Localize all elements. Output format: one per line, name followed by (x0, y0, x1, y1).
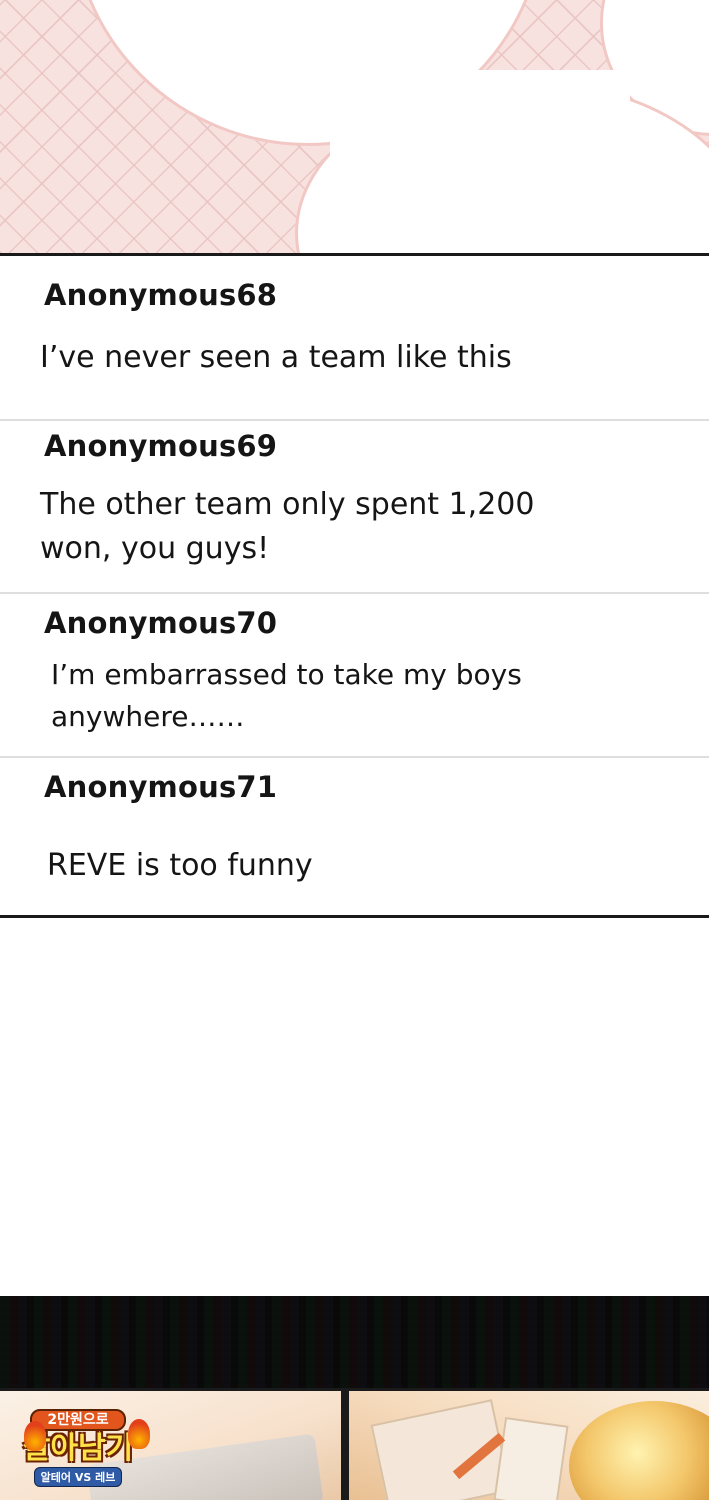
comment-item: Anonymous71 REVE is too funny (0, 756, 709, 918)
comment-username: Anonymous70 (44, 606, 278, 640)
comment-text: The other team only spent 1,200 won, you… (40, 487, 535, 566)
comment-text: I’m embarrassed to take my boys anywhere… (51, 658, 522, 733)
comment-section: Anonymous68 I’ve never seen a team like … (0, 253, 709, 918)
comment-text: I’ve never seen a team like this (40, 340, 512, 375)
comic-panel-left: 2만원으로 살아남기 알테어 VS 레브 (0, 1388, 343, 1500)
comment-item: Anonymous69 The other team only spent 1,… (0, 419, 709, 592)
comic-panel-right (346, 1388, 709, 1500)
cardboard-box-illustration (493, 1416, 569, 1500)
speech-bubble-fill (330, 70, 630, 253)
comment-username: Anonymous71 (44, 770, 278, 804)
comment-text: REVE is too funny (47, 848, 313, 883)
comment-username: Anonymous68 (44, 278, 278, 312)
comment-item: Anonymous68 I’ve never seen a team like … (0, 256, 709, 419)
logo-line-3: 알테어 VS 레브 (33, 1467, 123, 1487)
striped-backdrop (0, 1296, 709, 1388)
flame-icon (24, 1421, 46, 1451)
gratin-dish-illustration (569, 1401, 709, 1500)
comment-item: Anonymous70 I’m embarrassed to take my b… (0, 592, 709, 756)
show-logo: 2만원으로 살아남기 알테어 VS 레브 (18, 1409, 150, 1491)
pink-checkered-banner (0, 0, 709, 253)
comment-username: Anonymous69 (44, 429, 278, 463)
flame-icon (128, 1419, 150, 1449)
